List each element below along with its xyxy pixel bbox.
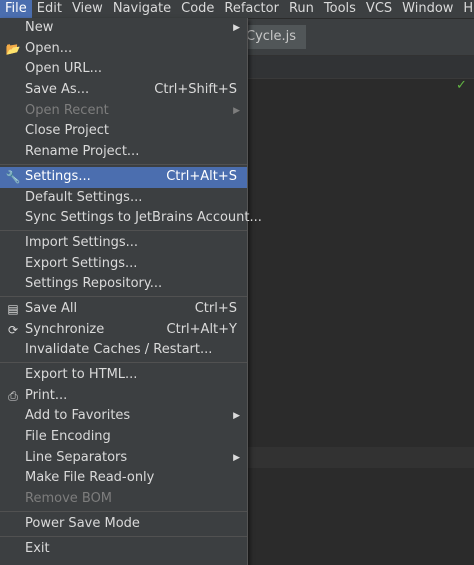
menu-item-label: Remove BOM [25,491,113,507]
menu-item-save-as[interactable]: Save As... Ctrl+Shift+S [0,80,247,101]
menu-item-label: Settings Repository... [25,276,163,292]
menu-item-power-save-mode[interactable]: Power Save Mode [0,514,247,535]
menu-item-label: Add to Favorites [25,408,131,424]
menu-item-label: Settings... [25,168,91,184]
submenu-arrow-icon: ▶ [233,411,240,422]
menu-item-sync-settings-to-jetbrains-account[interactable]: Sync Settings to JetBrains Account... [0,208,262,229]
menu-item-open-recent: Open Recent ▶ [0,101,247,122]
menu-help[interactable]: Help [458,0,474,18]
menu-item-label: New [25,20,54,35]
file-menu-dropdown: New ▶ 📂 Open... Open URL... Save As... Ctrl+Sh… [0,18,262,565]
menu-run[interactable]: Run [284,0,319,18]
menu-item-label: Export Settings... [25,255,138,271]
menu-item-label: Invalidate Caches / Restart... [25,342,213,358]
menu-item-close-project[interactable]: Close Project [0,121,247,142]
submenu-arrow-icon: ▶ [233,105,240,116]
menu-item-label: Save All [25,300,78,316]
menu-item-new[interactable]: New ▶ [0,18,247,39]
menu-item-label: Exit [25,540,50,556]
menu-navigate[interactable]: Navigate [108,0,176,18]
menu-item-invalidate-caches-restart[interactable]: Invalidate Caches / Restart... [0,340,247,361]
wrench-icon: 🔧 [5,169,21,184]
menu-item-label: Open URL... [25,61,103,77]
inspection-ok-icon: ✓ [456,78,467,93]
menu-item-export-settings[interactable]: Export Settings... [0,254,247,275]
menu-item-open[interactable]: 📂 Open... [0,39,247,60]
menu-item-shortcut: Ctrl+Alt+S [166,168,237,184]
submenu-arrow-icon: ▶ [233,23,240,33]
menu-separator [0,163,247,165]
menu-separator [0,362,247,363]
menu-item-label: Import Settings... [25,234,138,250]
menu-view[interactable]: View [67,0,108,18]
menu-item-export-to-html[interactable]: Export to HTML... [0,365,247,386]
menu-item-file-encoding[interactable]: File Encoding [0,427,247,448]
menu-separator [0,295,247,297]
menu-item-add-to-favorites[interactable]: Add to Favorites ▶ [0,406,247,427]
menu-item-label: Synchronize [25,321,105,337]
menu-item-label: Close Project [25,123,110,139]
menu-item-label: Rename Project... [25,144,140,160]
menu-tools[interactable]: Tools [319,0,361,18]
menu-item-exit[interactable]: Exit [0,539,247,560]
menu-item-settings[interactable]: 🔧 Settings... Ctrl+Alt+S [0,166,247,188]
menu-item-line-separators[interactable]: Line Separators ▶ [0,448,247,469]
menu-vcs[interactable]: VCS [361,0,397,18]
menu-code[interactable]: Code [176,0,219,18]
menu-item-shortcut: Ctrl+Shift+S [154,82,237,98]
menu-separator [0,229,247,231]
menu-refactor[interactable]: Refactor [219,0,284,18]
menu-window[interactable]: Window [397,0,458,18]
menu-item-shortcut: Ctrl+S [194,300,237,316]
menu-bar: File Edit View Navigate Code Refactor Run Tools… [0,0,474,19]
menu-item-label: Sync Settings to JetBrains Account... [25,210,262,226]
menu-item-make-file-read-only[interactable]: Make File Read-only [0,468,247,489]
menu-item-remove-bom: Remove BOM [0,489,247,510]
save-all-icon: ▤ [7,301,19,316]
menu-item-save-all[interactable]: ▤ Save All Ctrl+S [0,299,247,320]
menu-item-label: Export to HTML... [25,367,138,382]
menu-item-label: File Encoding [25,429,111,445]
menu-item-settings-repository[interactable]: Settings Repository... [0,274,247,295]
ide-window: File Edit View Navigate Code Refactor Run Tools… [0,0,474,565]
menu-item-label: Make File Read-only [25,470,155,486]
menu-item-import-settings[interactable]: Import Settings... [0,233,247,254]
menu-item-label: Default Settings... [25,189,143,205]
folder-icon: 📂 [5,41,21,56]
menu-separator [0,535,247,537]
menu-item-open-url[interactable]: Open URL... [0,59,247,80]
menu-item-label: Line Separators [25,449,128,465]
menu-separator [0,510,247,512]
menu-item-synchronize[interactable]: ⟳ Synchronize Ctrl+Alt+Y [0,320,247,341]
menu-item-label: Open... [25,40,73,56]
menu-item-label: Open Recent [25,102,109,118]
menu-item-rename-project[interactable]: Rename Project... [0,142,247,163]
menu-item-shortcut: Ctrl+Alt+Y [166,321,237,337]
menu-item-label: Save As... [25,82,90,98]
printer-icon: ⎙ [8,388,18,403]
menu-edit[interactable]: Edit [32,0,67,18]
menu-item-label: Print... [25,387,68,403]
menu-item-default-settings[interactable]: Default Settings... [0,188,247,209]
menu-item-label: Power Save Mode [25,515,140,531]
sync-icon: ⟳ [7,322,19,337]
submenu-arrow-icon: ▶ [233,452,240,463]
menu-file[interactable]: File [0,0,32,18]
menu-item-print[interactable]: ⎙ Print... [0,386,247,407]
